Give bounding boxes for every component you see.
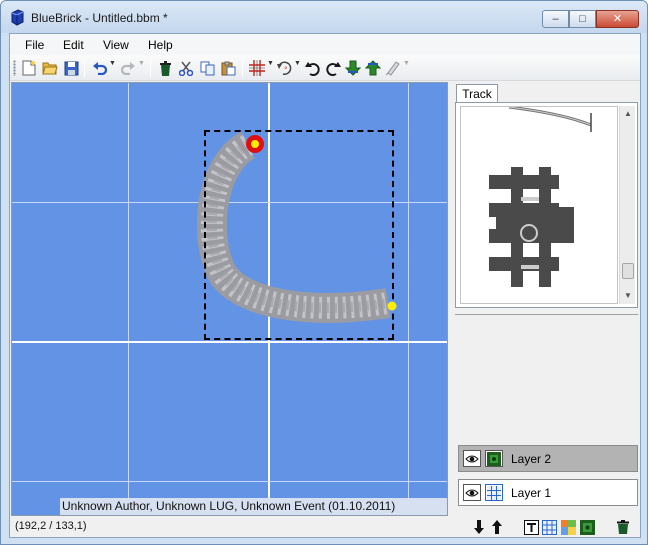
toolbar-separator bbox=[242, 59, 243, 77]
app-window: BlueBrick - Untitled.bbm * – □ ✕ File Ed… bbox=[0, 0, 648, 545]
connection-markers bbox=[246, 135, 397, 311]
map-general-info: Unknown Author, Unknown LUG, Unknown Eve… bbox=[60, 498, 447, 515]
map-view[interactable]: Unknown Author, Unknown LUG, Unknown Eve… bbox=[11, 82, 448, 516]
undo-icon[interactable] bbox=[90, 59, 108, 77]
svg-text:°: ° bbox=[284, 66, 288, 74]
scroll-thumb[interactable] bbox=[622, 263, 634, 279]
rotate-cw-icon[interactable] bbox=[324, 59, 342, 77]
rotation-dropdown-icon[interactable]: ▼ bbox=[294, 60, 301, 67]
menu-bar: File Edit View Help bbox=[10, 34, 640, 55]
scroll-up-icon[interactable]: ▲ bbox=[620, 106, 636, 122]
open-folder-icon[interactable] bbox=[41, 59, 59, 77]
layer-name: Layer 2 bbox=[511, 452, 552, 466]
bring-to-front-icon[interactable] bbox=[364, 59, 382, 77]
redo-dropdown-icon[interactable]: ▼ bbox=[138, 60, 145, 67]
minimize-button[interactable]: – bbox=[542, 10, 569, 28]
layer-name: Layer 1 bbox=[511, 486, 552, 500]
undo-dropdown-icon[interactable]: ▼ bbox=[109, 60, 116, 67]
toolbar-grip[interactable] bbox=[13, 60, 16, 76]
eye-icon[interactable] bbox=[463, 450, 481, 467]
part-library-panel: ▲ ▼ bbox=[455, 102, 638, 308]
layer-row-layer-2[interactable]: Layer 2 bbox=[458, 445, 638, 472]
title-bar[interactable]: BlueBrick - Untitled.bbm * – □ ✕ bbox=[1, 1, 647, 33]
eye-icon[interactable] bbox=[463, 484, 481, 501]
menu-help[interactable]: Help bbox=[148, 38, 173, 52]
redo-icon[interactable] bbox=[119, 59, 137, 77]
window-title: BlueBrick - Untitled.bbm * bbox=[31, 11, 168, 25]
paint-dropdown-icon[interactable]: ▼ bbox=[403, 60, 410, 67]
delete-layer-icon[interactable] bbox=[615, 519, 631, 535]
rotate-ccw-icon[interactable] bbox=[304, 59, 322, 77]
new-grid-layer-icon[interactable] bbox=[541, 519, 557, 535]
snap-grid-icon[interactable] bbox=[248, 59, 266, 77]
layer-row-layer-1[interactable]: Layer 1 bbox=[458, 479, 638, 506]
bluebrick-app-icon bbox=[10, 9, 24, 26]
rotation-step-icon[interactable]: ° bbox=[276, 59, 294, 77]
move-layer-up-icon[interactable] bbox=[489, 519, 505, 535]
scroll-down-icon[interactable]: ▼ bbox=[620, 288, 636, 304]
free-connection-marker bbox=[387, 301, 397, 311]
menu-view[interactable]: View bbox=[103, 38, 129, 52]
cut-icon[interactable] bbox=[177, 59, 195, 77]
menu-file[interactable]: File bbox=[25, 38, 44, 52]
save-icon[interactable] bbox=[62, 59, 80, 77]
right-panel: Track ▲ ▼ Layer 2 Layer 1 bbox=[452, 81, 640, 538]
copy-icon[interactable] bbox=[198, 59, 216, 77]
client-area: File Edit View Help ▼ ▼ ▼ ° ▼ ▼ Unknown … bbox=[9, 33, 641, 538]
send-to-back-icon[interactable] bbox=[344, 59, 362, 77]
toolbar-separator bbox=[84, 59, 85, 77]
grid-layer-icon bbox=[485, 484, 503, 501]
new-area-layer-icon[interactable] bbox=[560, 519, 576, 535]
toolbar-separator bbox=[150, 59, 151, 77]
new-text-layer-icon[interactable] bbox=[523, 519, 539, 535]
close-button[interactable]: ✕ bbox=[596, 10, 639, 28]
paint-icon[interactable] bbox=[384, 59, 402, 77]
main-toolbar: ▼ ▼ ▼ ° ▼ ▼ bbox=[10, 55, 640, 81]
paste-icon[interactable] bbox=[219, 59, 237, 77]
status-coordinates: (192,2 / 133,1) bbox=[15, 520, 87, 532]
new-brick-layer-icon[interactable] bbox=[579, 519, 595, 535]
tab-track[interactable]: Track bbox=[456, 84, 498, 103]
menu-edit[interactable]: Edit bbox=[63, 38, 84, 52]
snap-dropdown-icon[interactable]: ▼ bbox=[267, 60, 274, 67]
new-file-icon[interactable] bbox=[20, 59, 38, 77]
layer-panel: Layer 2 Layer 1 bbox=[455, 314, 638, 536]
move-layer-down-icon[interactable] bbox=[471, 519, 487, 535]
curve-track-part bbox=[508, 107, 592, 127]
part-list-scrollbar[interactable]: ▲ ▼ bbox=[619, 106, 635, 304]
part-list[interactable] bbox=[460, 106, 618, 304]
maximize-button[interactable]: □ bbox=[569, 10, 596, 28]
brick-layer-icon bbox=[485, 450, 503, 467]
delete-icon[interactable] bbox=[156, 59, 174, 77]
